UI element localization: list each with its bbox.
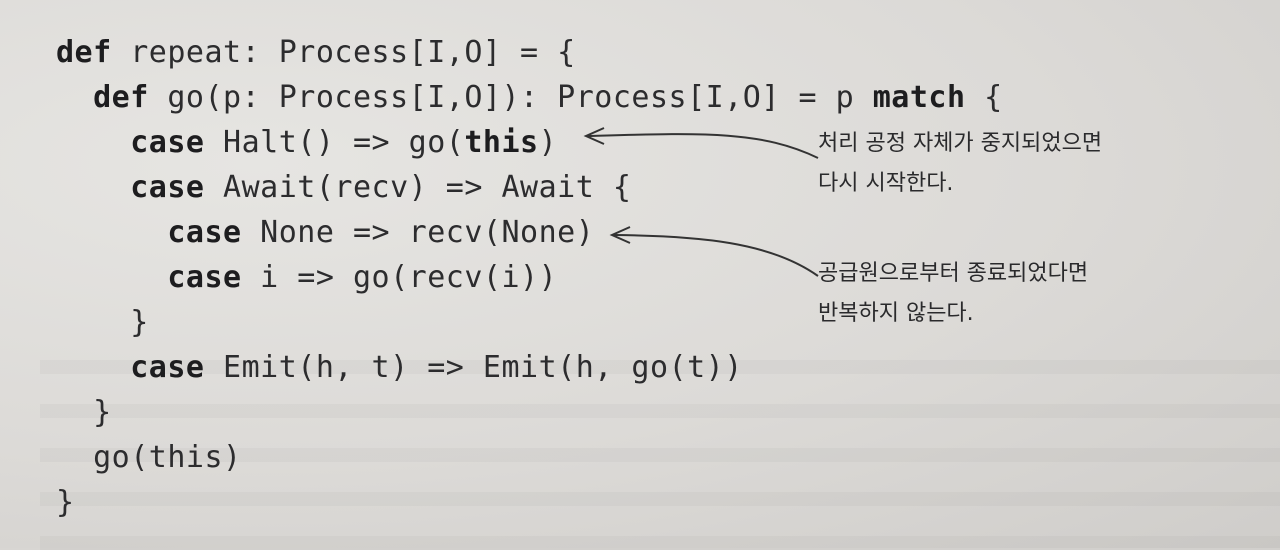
halt-arrow-line xyxy=(587,133,819,159)
halt-annotation-line2: 다시 시작한다. xyxy=(818,171,954,196)
halt-annotation-line1: 처리 공정 자체가 중지되었으면 xyxy=(818,131,1103,156)
none-annotation-line1: 공급원으로부터 종료되었다면 xyxy=(818,261,1089,286)
halt-annotation: 처리 공정 자체가 중지되었으면 다시 시작한다. xyxy=(818,124,1102,204)
none-annotation: 공급원으로부터 종료되었다면 반복하지 않는다. xyxy=(818,254,1088,334)
book-page: def repeat: Process[I,O] = { def go(p: P… xyxy=(0,0,1280,550)
none-annotation-line2: 반복하지 않는다. xyxy=(818,301,974,326)
none-arrow-line xyxy=(613,234,819,277)
